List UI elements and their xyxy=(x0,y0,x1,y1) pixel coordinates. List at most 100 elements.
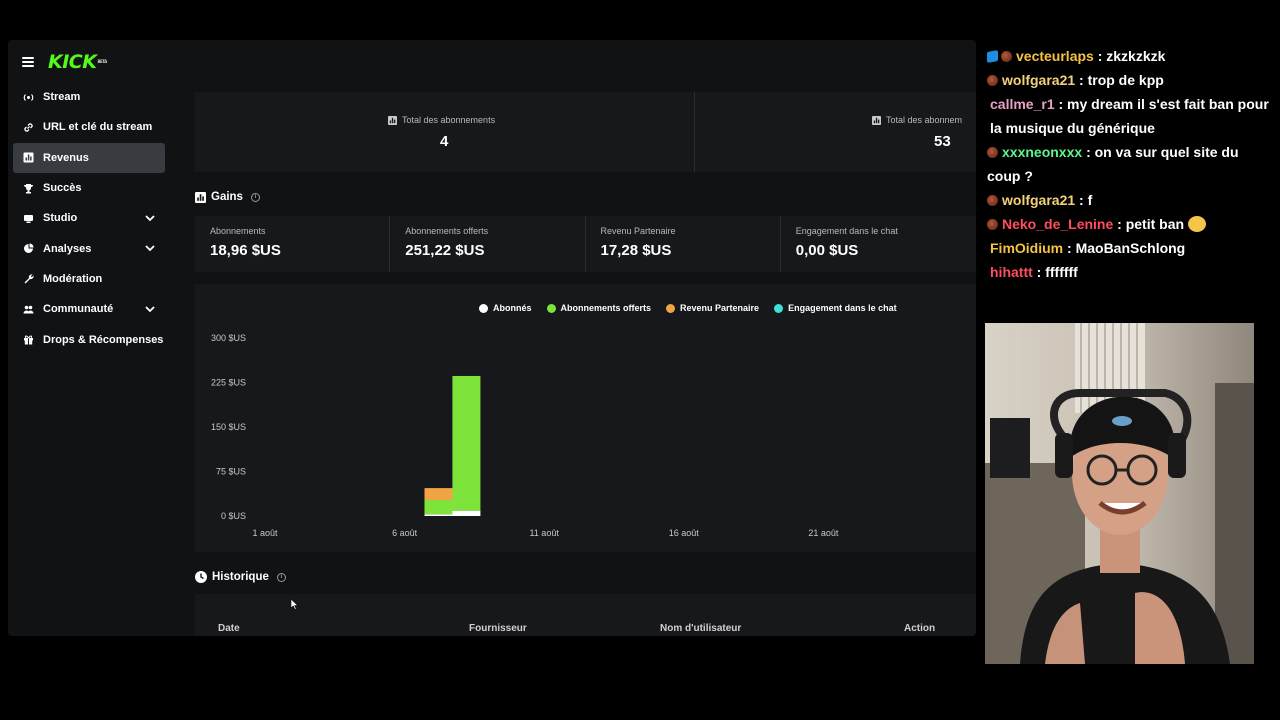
x-tick-label: 6 août xyxy=(392,528,418,538)
header-row: KICKBETA xyxy=(22,52,107,72)
community-icon xyxy=(23,304,34,315)
sidebar-item-drops-recompenses[interactable]: Drops & Récompenses xyxy=(13,324,165,354)
bar-chart-icon xyxy=(872,115,881,125)
mouse-cursor-icon xyxy=(291,599,299,610)
sidebar-item-studio[interactable]: Studio xyxy=(13,203,165,233)
chat-message: wolfgara21 : f xyxy=(987,188,1272,212)
earnings-value: 0,00 $US xyxy=(795,242,859,259)
badge-icon xyxy=(987,147,998,158)
chat-message: hihattt : fffffff xyxy=(987,260,1272,284)
earnings-chart: Abonnés Abonnements offerts Revenu Partena… xyxy=(195,284,976,552)
earnings-card: Revenu Partenaire 17,28 $US xyxy=(586,216,781,272)
bar-segment xyxy=(452,510,481,516)
column-username[interactable]: Nom d'utilisateur xyxy=(660,623,741,634)
x-tick-label: 1 août xyxy=(252,528,278,538)
chat-text: : f xyxy=(1079,192,1093,208)
chat-username[interactable]: wolfgara21 xyxy=(1002,72,1075,88)
beta-tag: BETA xyxy=(97,59,107,64)
sidebar-item-label: Drops & Récompenses xyxy=(43,333,164,346)
clock-icon xyxy=(195,571,207,583)
revenue-page: Total des abonnements 4 Total des abonne… xyxy=(195,40,976,636)
emote-face-icon xyxy=(1187,216,1206,232)
studio-icon xyxy=(23,213,34,224)
trophy-icon xyxy=(23,183,34,194)
y-tick-label: 150 $US xyxy=(211,422,246,432)
menu-icon[interactable] xyxy=(22,57,34,67)
streamer-image xyxy=(985,323,1254,664)
kick-logo[interactable]: KICKBETA xyxy=(48,52,107,72)
verified-badge-icon xyxy=(987,50,998,63)
sidebar-item-label: Stream xyxy=(43,91,81,104)
bar-chart-icon xyxy=(388,115,397,125)
chevron-down-icon[interactable] xyxy=(145,305,155,313)
sidebar-item-communaute[interactable]: Communauté xyxy=(13,294,165,324)
analytics-icon xyxy=(23,243,34,254)
earnings-card: Abonnements 18,96 $US xyxy=(195,216,391,272)
x-tick-label: 21 août xyxy=(808,528,839,538)
bar-segment xyxy=(424,514,453,516)
total-value: 4 xyxy=(440,133,449,150)
chat-username[interactable]: xxxneonxxx xyxy=(1002,144,1082,160)
badge-icon xyxy=(1001,51,1012,62)
chevron-down-icon[interactable] xyxy=(145,214,155,222)
bar-segment xyxy=(452,375,481,511)
chat-username[interactable]: Neko_de_Lenine xyxy=(1002,216,1113,232)
y-tick-label: 0 $US xyxy=(221,511,246,521)
y-tick-label: 225 $US xyxy=(211,378,246,388)
sidebar-item-label: URL et clé du stream xyxy=(43,121,153,134)
chat-text: : fffffff xyxy=(1036,264,1078,280)
chevron-down-icon[interactable] xyxy=(145,244,155,252)
chat-text: : MaoBanSchlong xyxy=(1067,240,1186,256)
gift-icon xyxy=(23,334,34,345)
wrench-icon xyxy=(23,273,34,284)
sidebar-item-stream[interactable]: Stream xyxy=(13,82,165,112)
chat-message: callme_r1 : my dream il s'est fait ban p… xyxy=(987,92,1272,140)
sidebar: KICKBETA Stream URL et clé du stream Reven… xyxy=(8,40,178,636)
info-icon[interactable]: i xyxy=(250,192,260,202)
chat-username[interactable]: callme_r1 xyxy=(990,96,1055,112)
webcam-feed xyxy=(985,323,1254,664)
sidebar-nav: Stream URL et clé du stream Revenus Succès S… xyxy=(13,82,165,355)
chat-username[interactable]: hihattt xyxy=(990,264,1033,280)
chat-message: wolfgara21 : trop de kpp xyxy=(987,68,1272,92)
badge-icon xyxy=(987,219,998,230)
column-provider[interactable]: Fournisseur xyxy=(469,623,527,634)
sidebar-item-label: Revenus xyxy=(43,151,89,164)
sidebar-item-label: Communauté xyxy=(43,303,114,316)
dashboard-window: KICKBETA Stream URL et clé du stream Reven… xyxy=(8,40,976,636)
info-icon[interactable]: i xyxy=(276,572,286,582)
earnings-label: Abonnements offerts xyxy=(405,226,489,236)
sidebar-item-succes[interactable]: Succès xyxy=(13,173,165,203)
chat-username[interactable]: wolfgara21 xyxy=(1002,192,1075,208)
earnings-value: 17,28 $US xyxy=(600,242,672,259)
totals-panel: Total des abonnements 4 Total des abonne… xyxy=(195,92,976,172)
total-value: 53 xyxy=(934,133,951,150)
badge-icon xyxy=(987,75,998,86)
earnings-label: Abonnements xyxy=(210,226,266,236)
total-label: Total des abonnements xyxy=(388,115,495,125)
chat-username[interactable]: FimOidium xyxy=(990,240,1063,256)
chat-message: xxxneonxxx : on va sur quel site du coup… xyxy=(987,140,1272,188)
history-heading: Historique i xyxy=(195,571,286,583)
earnings-cards: Abonnements 18,96 $US Abonnements offerts 2… xyxy=(195,216,976,272)
sidebar-item-url-et-cle-du-stream[interactable]: URL et clé du stream xyxy=(13,112,165,142)
sidebar-item-analyses[interactable]: Analyses xyxy=(13,233,165,263)
stream-chat: vecteurlaps : zkzkzkzk wolfgara21 : trop … xyxy=(987,44,1272,284)
sidebar-item-moderation[interactable]: Modération xyxy=(13,264,165,294)
chat-text: : zkzkzkzk xyxy=(1097,48,1166,64)
chat-username[interactable]: vecteurlaps xyxy=(1016,48,1094,64)
total-card: Total des abonnem 53 xyxy=(695,92,976,172)
earnings-label: Engagement dans le chat xyxy=(795,226,898,236)
bar-segment xyxy=(424,499,453,515)
chart-plot: 0 $US 75 $US 150 $US 225 $US 300 $US 1 août 6 … xyxy=(211,333,839,538)
column-date[interactable]: Date xyxy=(218,623,240,634)
sidebar-item-label: Analyses xyxy=(43,242,92,255)
sidebar-item-label: Studio xyxy=(43,212,78,225)
sidebar-item-label: Succès xyxy=(43,182,82,195)
column-action[interactable]: Action xyxy=(904,623,935,634)
link-icon xyxy=(23,122,34,133)
x-tick-label: 11 août xyxy=(529,528,559,538)
earnings-card: Engagement dans le chat 0,00 $US xyxy=(781,216,976,272)
sidebar-item-revenus[interactable]: Revenus xyxy=(13,142,165,173)
chat-message: vecteurlaps : zkzkzkzk xyxy=(987,44,1272,68)
